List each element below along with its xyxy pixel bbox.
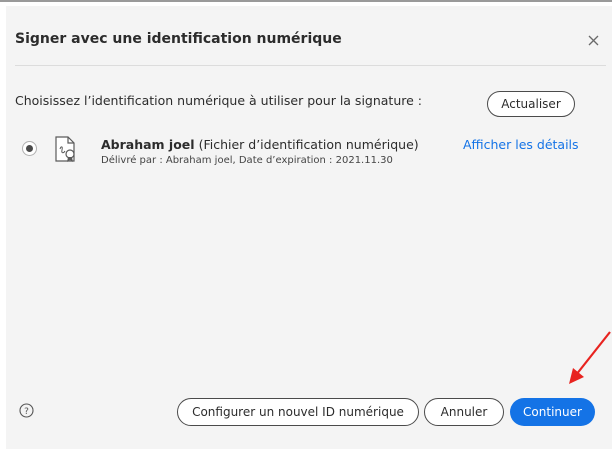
digital-id-certificate-icon (54, 136, 78, 163)
cancel-button[interactable]: Annuler (424, 398, 504, 426)
certificate-detail: Délivré par : Abraham joel, Date d’expir… (101, 155, 393, 166)
configure-new-digital-id-button[interactable]: Configurer un nouvel ID numérique (177, 398, 419, 426)
window-top-edge (0, 0, 612, 2)
dialog-title: Signer avec une identification numérique (15, 31, 342, 47)
continue-button[interactable]: Continuer (510, 398, 595, 426)
help-icon[interactable]: ? (19, 403, 34, 418)
certificate-owner: Abraham joel (101, 137, 195, 152)
sign-with-digital-id-dialog (6, 6, 612, 449)
svg-text:?: ? (24, 407, 29, 417)
refresh-button[interactable]: Actualiser (487, 91, 575, 117)
certificate-type: (Fichier d’identification numérique) (198, 137, 419, 152)
title-divider (15, 65, 606, 66)
certificate-name-line: Abraham joel (Fichier d’identification n… (101, 137, 419, 152)
radio-selected-dot (26, 145, 33, 152)
instruction-text: Choisissez l’identification numérique à … (15, 93, 422, 108)
red-arrow-icon (560, 330, 612, 390)
certificate-radio[interactable] (22, 141, 37, 156)
show-details-link[interactable]: Afficher les détails (463, 137, 579, 152)
close-icon[interactable] (582, 29, 604, 51)
